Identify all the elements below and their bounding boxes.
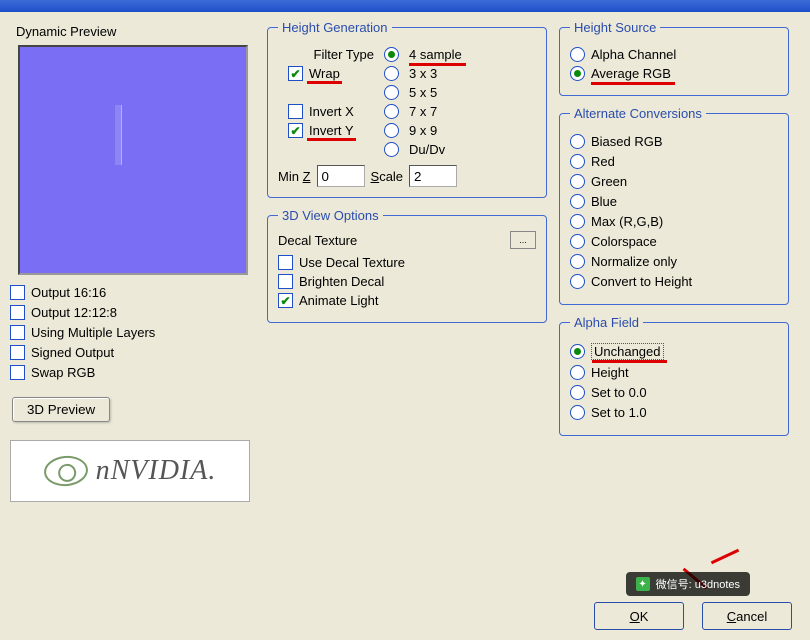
label-alpha-channel: Alpha Channel [591,47,676,62]
label-swap-rgb: Swap RGB [31,365,95,380]
label-3x3: 3 x 3 [409,66,437,81]
preview-label: Dynamic Preview [16,24,255,39]
label-green: Green [591,174,627,189]
radio-height[interactable] [570,365,585,380]
checkbox-invert-x[interactable] [288,104,303,119]
alternate-conversions-group: Alternate Conversions Biased RGB Red Gre… [559,106,789,305]
label-convert-height: Convert to Height [591,274,692,289]
decal-texture-label: Decal Texture [278,233,357,248]
radio-blue[interactable] [570,194,585,209]
view3d-legend: 3D View Options [278,208,383,223]
radio-3x3[interactable] [384,66,399,81]
label-blue: Blue [591,194,617,209]
cancel-button[interactable]: Cancel [702,602,792,630]
radio-unchanged[interactable] [570,344,585,359]
wechat-icon: ✦ [636,577,650,591]
filter-type-label: Filter Type [278,47,374,62]
minz-input[interactable] [317,165,365,187]
nvidia-eye-icon [42,454,88,488]
radio-4-sample[interactable] [384,47,399,62]
label-average-rgb: Average RGB [591,66,671,81]
label-unchanged: Unchanged [591,343,664,360]
annotation-stroke [711,549,739,564]
label-5x5: 5 x 5 [409,85,437,100]
preview-canvas [18,45,248,275]
label-wrap: Wrap [309,66,340,81]
radio-convert-height[interactable] [570,274,585,289]
label-set-1: Set to 1.0 [591,405,647,420]
checkbox-output-1616[interactable] [10,285,25,300]
checkbox-brighten-decal[interactable] [278,274,293,289]
radio-set-1[interactable] [570,405,585,420]
radio-average-rgb[interactable] [570,66,585,81]
preview-3d-button[interactable]: 3D Preview [12,397,110,422]
checkbox-animate-light[interactable] [278,293,293,308]
watermark: ✦ 微信号: u3dnotes [626,572,750,596]
minz-label: Min Z [278,169,311,184]
checkbox-wrap[interactable] [288,66,303,81]
radio-normalize[interactable] [570,254,585,269]
label-4-sample: 4 sample [409,47,462,62]
ok-button[interactable]: OK [594,602,684,630]
label-output-1616: Output 16:16 [31,285,106,300]
height-source-legend: Height Source [570,20,660,35]
decal-browse-button[interactable]: ... [510,231,536,249]
radio-7x7[interactable] [384,104,399,119]
radio-set-0[interactable] [570,385,585,400]
alpha-field-legend: Alpha Field [570,315,643,330]
height-generation-legend: Height Generation [278,20,392,35]
label-9x9: 9 x 9 [409,123,437,138]
label-multi-layers: Using Multiple Layers [31,325,155,340]
nvidia-text: nNVIDIA. [96,455,217,487]
radio-5x5[interactable] [384,85,399,100]
height-source-group: Height Source Alpha Channel Average RGB [559,20,789,96]
checkbox-invert-y[interactable] [288,123,303,138]
radio-red[interactable] [570,154,585,169]
label-signed-output: Signed Output [31,345,114,360]
radio-green[interactable] [570,174,585,189]
scale-input[interactable] [409,165,457,187]
alternate-conversions-legend: Alternate Conversions [570,106,706,121]
label-red: Red [591,154,615,169]
checkbox-use-decal[interactable] [278,255,293,270]
checkbox-output-12128[interactable] [10,305,25,320]
label-height: Height [591,365,629,380]
checkbox-multi-layers[interactable] [10,325,25,340]
radio-max-rgb[interactable] [570,214,585,229]
nvidia-logo: nNVIDIA. [10,440,250,502]
titlebar [0,0,810,12]
label-animate-light: Animate Light [299,293,379,308]
label-brighten-decal: Brighten Decal [299,274,384,289]
label-normalize: Normalize only [591,254,677,269]
label-use-decal: Use Decal Texture [299,255,405,270]
radio-alpha-channel[interactable] [570,47,585,62]
label-output-12128: Output 12:12:8 [31,305,117,320]
checkbox-swap-rgb[interactable] [10,365,25,380]
label-biased-rgb: Biased RGB [591,134,663,149]
label-colorspace: Colorspace [591,234,657,249]
radio-dudv[interactable] [384,142,399,157]
label-set-0: Set to 0.0 [591,385,647,400]
radio-colorspace[interactable] [570,234,585,249]
scale-label: Scale [371,169,404,184]
label-dudv: Du/Dv [409,142,445,157]
view3d-group: 3D View Options Decal Texture ... Use De… [267,208,547,323]
label-invert-x: Invert X [309,104,354,119]
label-7x7: 7 x 7 [409,104,437,119]
checkbox-signed-output[interactable] [10,345,25,360]
radio-9x9[interactable] [384,123,399,138]
label-max-rgb: Max (R,G,B) [591,214,663,229]
radio-biased-rgb[interactable] [570,134,585,149]
height-generation-group: Height Generation Filter Type 4 sample W… [267,20,547,198]
label-invert-y: Invert Y [309,123,354,138]
alpha-field-group: Alpha Field Unchanged Height Set to 0.0 … [559,315,789,436]
watermark-text: 微信号: u3dnotes [656,576,740,592]
